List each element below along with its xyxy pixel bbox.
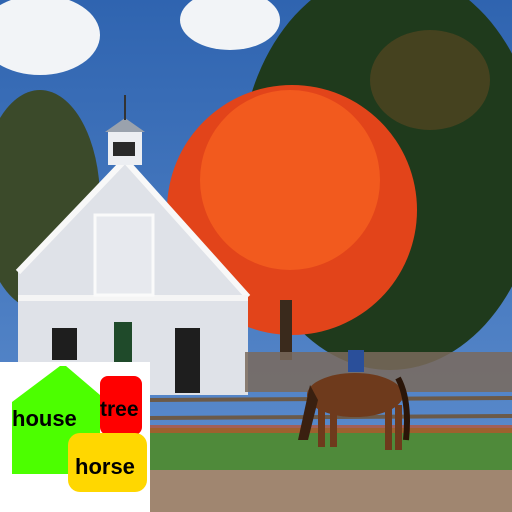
tree-label: tree bbox=[100, 398, 139, 421]
horse-label: horse bbox=[75, 454, 135, 479]
layout-inset: house tree horse bbox=[0, 362, 150, 512]
scene: house tree horse bbox=[0, 0, 512, 512]
house-label: house bbox=[12, 406, 77, 431]
dirt-paddock bbox=[150, 470, 512, 512]
